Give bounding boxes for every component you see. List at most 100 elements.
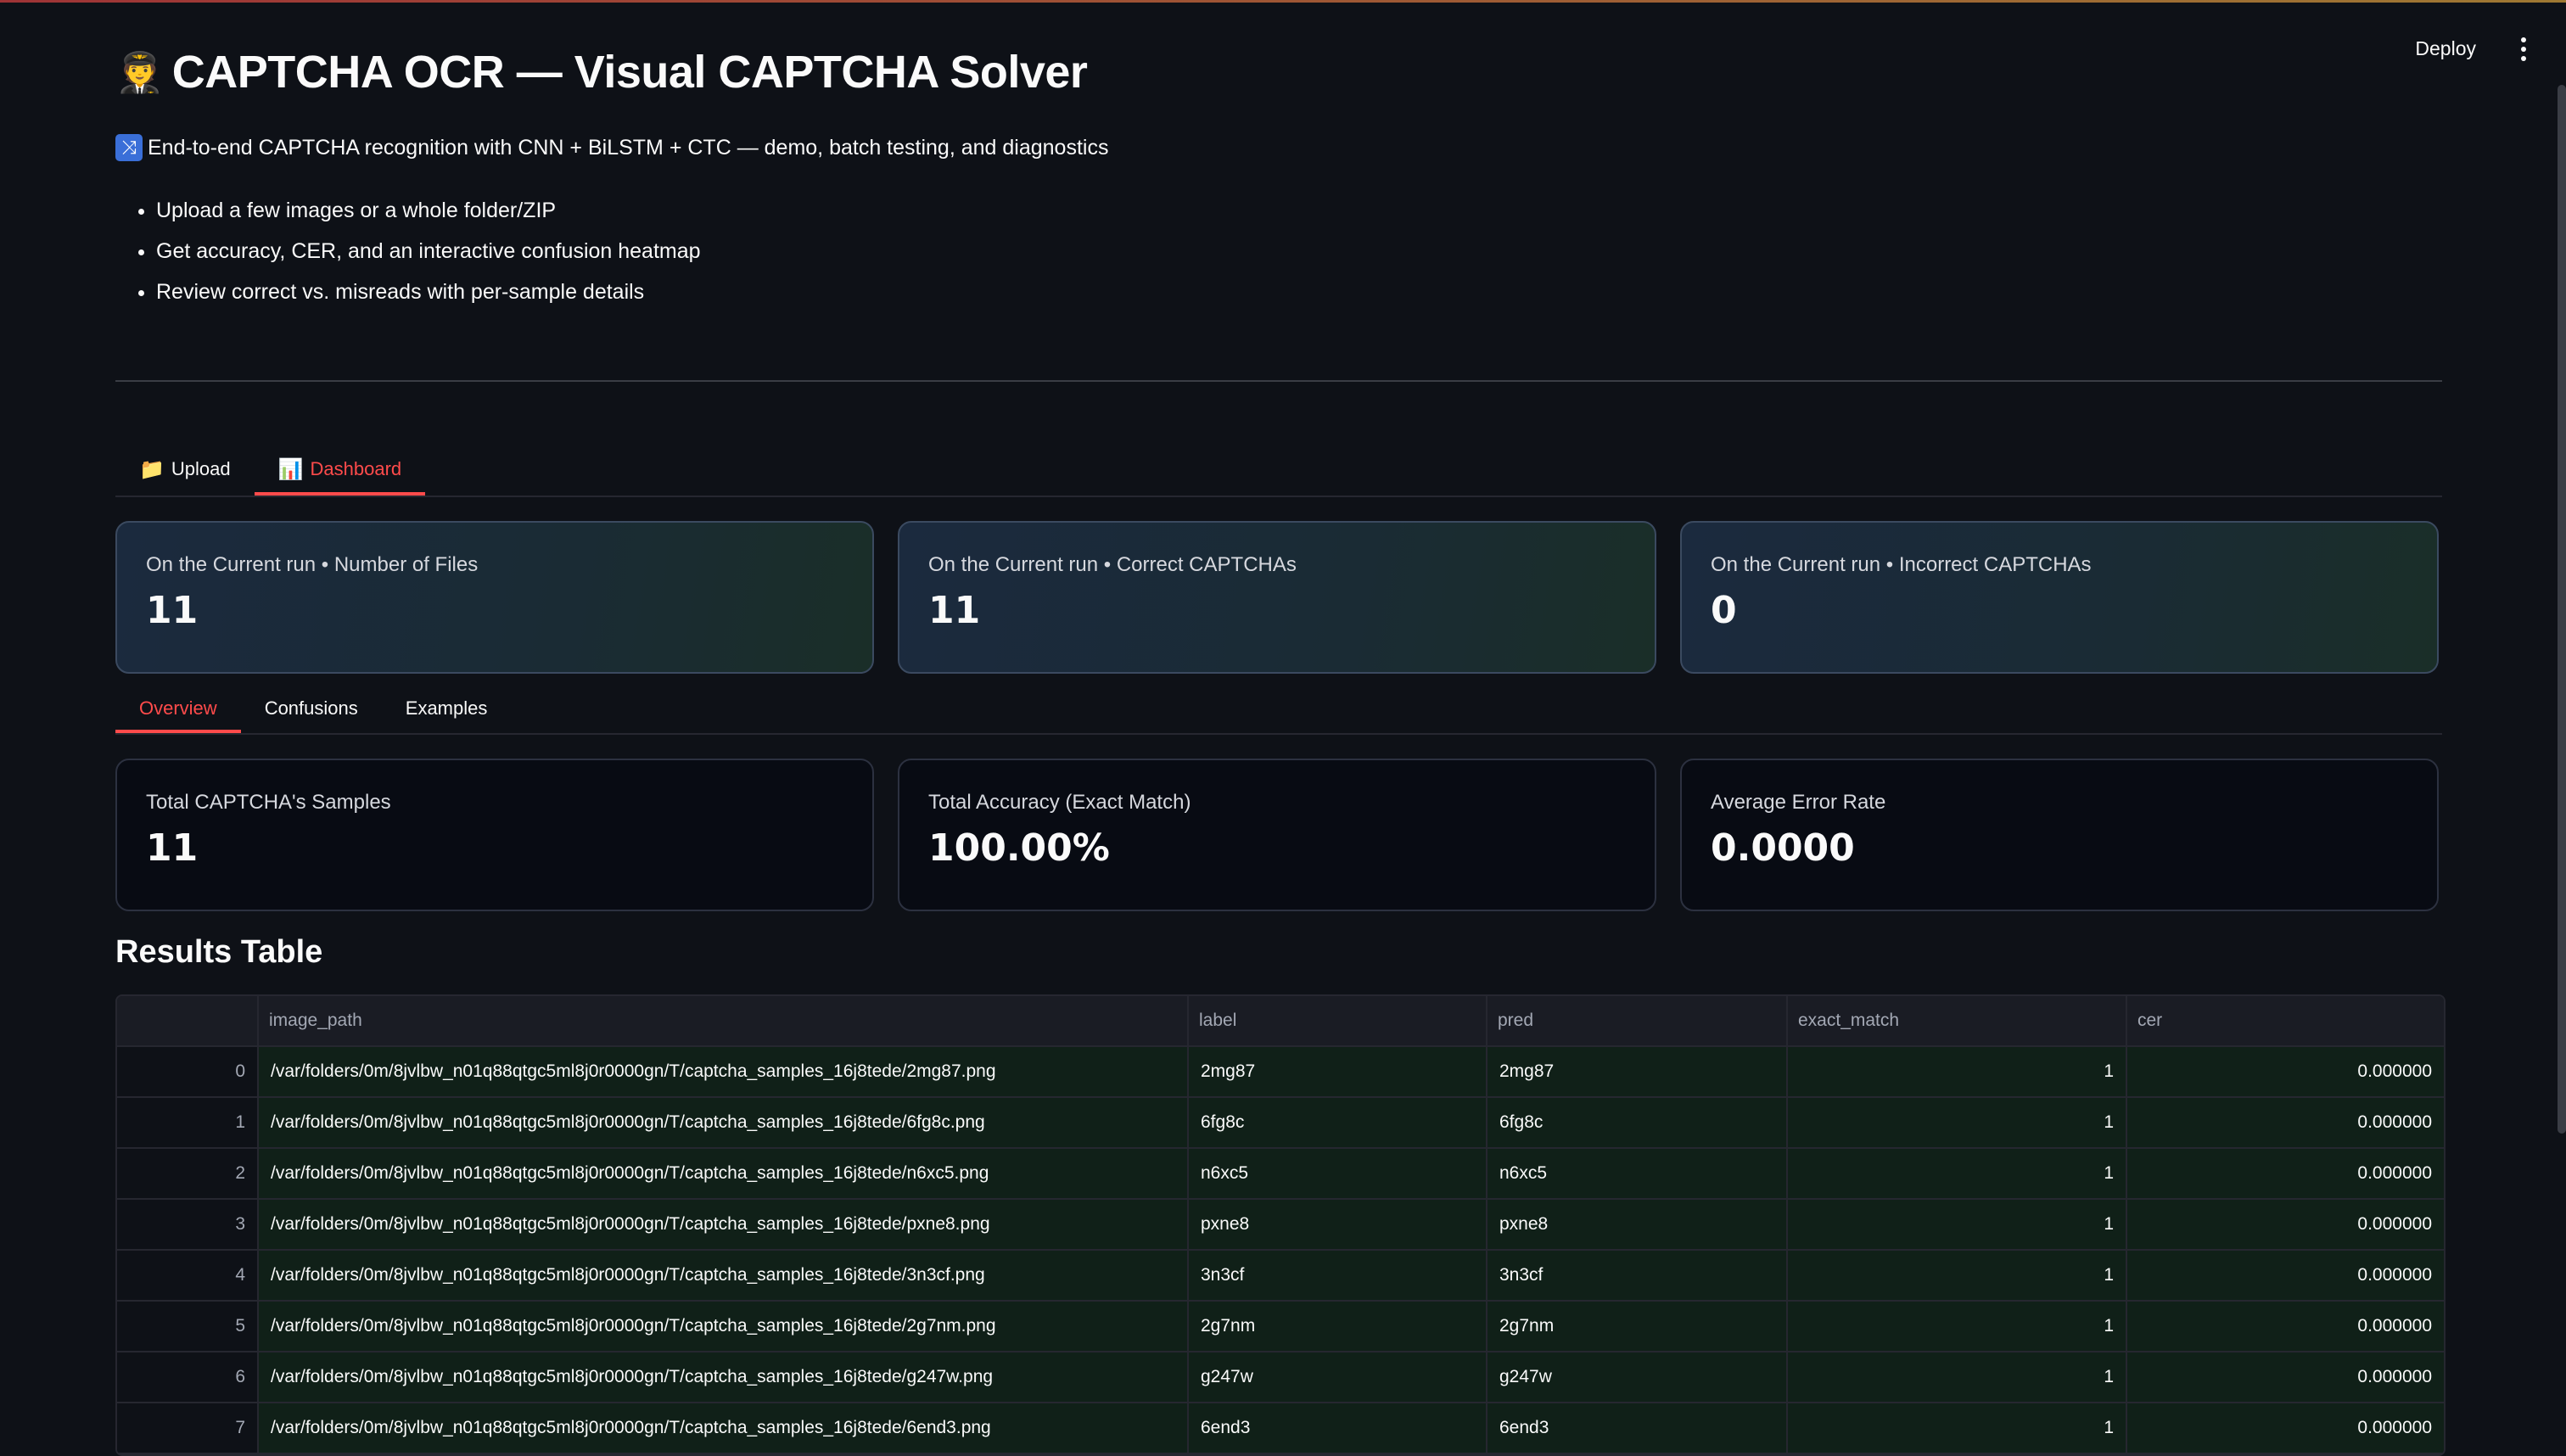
cell-image-path[interactable]: /var/folders/0m/8jvlbw_n01q88qtgc5ml8j0r… xyxy=(258,1250,1189,1302)
tab-upload[interactable]: 📁 Upload xyxy=(115,445,255,494)
cell-cer[interactable]: 0.000000 xyxy=(2126,1301,2444,1352)
cell-index[interactable]: 7 xyxy=(117,1403,259,1454)
cell-exact-match[interactable]: 1 xyxy=(1787,1046,2127,1098)
metric-value: 100.00% xyxy=(928,826,1110,870)
feature-item: Review correct vs. misreads with per-sam… xyxy=(156,272,2442,312)
cell-index[interactable]: 4 xyxy=(117,1250,259,1302)
cell-image-path[interactable]: /var/folders/0m/8jvlbw_n01q88qtgc5ml8j0r… xyxy=(258,1199,1189,1251)
folder-icon: 📁 xyxy=(139,457,165,481)
main-content: 🧑‍✈️ CAPTCHA OCR — Visual CAPTCHA Solver… xyxy=(115,47,2446,1456)
summary-card-correct: On the Current run • Correct CAPTCHAs 11 xyxy=(898,521,1656,674)
feature-item: Upload a few images or a whole folder/ZI… xyxy=(156,190,2442,231)
top-decoration-line xyxy=(0,0,2566,3)
cell-cer[interactable]: 0.000000 xyxy=(2126,1352,2444,1403)
cell-index[interactable]: 0 xyxy=(117,1046,259,1098)
results-table-container[interactable]: image_path label pred exact_match cer 0/… xyxy=(115,994,2446,1456)
column-header-cer[interactable]: cer xyxy=(2126,996,2444,1047)
cell-label[interactable]: n6xc5 xyxy=(1188,1148,1487,1200)
results-table: image_path label pred exact_match cer 0/… xyxy=(117,996,2444,1454)
page-subtitle: ⤨ End-to-end CAPTCHA recognition with CN… xyxy=(115,131,2442,165)
cell-pred[interactable]: 6end3 xyxy=(1487,1403,1788,1454)
cell-exact-match[interactable]: 1 xyxy=(1787,1148,2127,1200)
summary-card-files: On the Current run • Number of Files 11 xyxy=(115,521,874,674)
column-header-exact-match[interactable]: exact_match xyxy=(1787,996,2127,1047)
bar-chart-icon: 📊 xyxy=(277,457,304,481)
metric-label: Total CAPTCHA's Samples xyxy=(146,791,391,814)
subtitle-text: End-to-end CAPTCHA recognition with CNN … xyxy=(148,135,1109,160)
cell-pred[interactable]: 3n3cf xyxy=(1487,1250,1788,1302)
table-row[interactable]: 3/var/folders/0m/8jvlbw_n01q88qtgc5ml8j0… xyxy=(117,1199,2444,1251)
cell-index[interactable]: 5 xyxy=(117,1301,259,1352)
table-row[interactable]: 0/var/folders/0m/8jvlbw_n01q88qtgc5ml8j0… xyxy=(117,1046,2444,1098)
cell-cer[interactable]: 0.000000 xyxy=(2126,1046,2444,1098)
page-scrollbar[interactable] xyxy=(2558,85,2566,1134)
cell-cer[interactable]: 0.000000 xyxy=(2126,1097,2444,1149)
column-header-pred[interactable]: pred xyxy=(1487,996,1788,1047)
pilot-emoji-icon: 🧑‍✈️ xyxy=(115,50,164,94)
column-header-image-path[interactable]: image_path xyxy=(258,996,1189,1047)
cell-pred[interactable]: n6xc5 xyxy=(1487,1148,1788,1200)
cell-label[interactable]: 3n3cf xyxy=(1188,1250,1487,1302)
table-header-row: image_path label pred exact_match cer xyxy=(117,996,2444,1047)
cell-image-path[interactable]: /var/folders/0m/8jvlbw_n01q88qtgc5ml8j0r… xyxy=(258,1148,1189,1200)
metric-total-samples: Total CAPTCHA's Samples 11 xyxy=(115,759,874,911)
table-row[interactable]: 2/var/folders/0m/8jvlbw_n01q88qtgc5ml8j0… xyxy=(117,1148,2444,1200)
page-title-text: CAPTCHA OCR — Visual CAPTCHA Solver xyxy=(171,47,1088,98)
column-header-index[interactable] xyxy=(117,996,259,1047)
shuffle-icon: ⤨ xyxy=(115,134,143,161)
cell-image-path[interactable]: /var/folders/0m/8jvlbw_n01q88qtgc5ml8j0r… xyxy=(258,1097,1189,1149)
cell-exact-match[interactable]: 1 xyxy=(1787,1250,2127,1302)
cell-image-path[interactable]: /var/folders/0m/8jvlbw_n01q88qtgc5ml8j0r… xyxy=(258,1301,1189,1352)
cell-index[interactable]: 2 xyxy=(117,1148,259,1200)
table-row[interactable]: 6/var/folders/0m/8jvlbw_n01q88qtgc5ml8j0… xyxy=(117,1352,2444,1403)
cell-cer[interactable]: 0.000000 xyxy=(2126,1199,2444,1251)
table-row[interactable]: 1/var/folders/0m/8jvlbw_n01q88qtgc5ml8j0… xyxy=(117,1097,2444,1149)
main-tabs: 📁 Upload 📊 Dashboard xyxy=(115,445,2442,497)
cell-pred[interactable]: 2g7nm xyxy=(1487,1301,1788,1352)
cell-exact-match[interactable]: 1 xyxy=(1787,1403,2127,1454)
cell-index[interactable]: 3 xyxy=(117,1199,259,1251)
tab-label: Dashboard xyxy=(310,458,402,479)
column-header-label[interactable]: label xyxy=(1188,996,1487,1047)
metric-value: 0.0000 xyxy=(1711,826,1855,870)
summary-card-incorrect: On the Current run • Incorrect CAPTCHAs … xyxy=(1680,521,2439,674)
cell-label[interactable]: 6end3 xyxy=(1188,1403,1487,1454)
cell-label[interactable]: 2mg87 xyxy=(1188,1046,1487,1098)
tab-confusions[interactable]: Confusions xyxy=(241,686,382,731)
cell-pred[interactable]: 6fg8c xyxy=(1487,1097,1788,1149)
metric-error-rate: Average Error Rate 0.0000 xyxy=(1680,759,2439,911)
cell-exact-match[interactable]: 1 xyxy=(1787,1199,2127,1251)
results-table-body: 0/var/folders/0m/8jvlbw_n01q88qtgc5ml8j0… xyxy=(117,1046,2444,1454)
tab-examples[interactable]: Examples xyxy=(382,686,512,731)
cell-exact-match[interactable]: 1 xyxy=(1787,1097,2127,1149)
card-label: On the Current run • Incorrect CAPTCHAs xyxy=(1711,553,2092,576)
card-label: On the Current run • Correct CAPTCHAs xyxy=(928,553,1297,576)
cell-pred[interactable]: g247w xyxy=(1487,1352,1788,1403)
feature-list: Upload a few images or a whole folder/ZI… xyxy=(115,190,2442,312)
cell-exact-match[interactable]: 1 xyxy=(1787,1352,2127,1403)
cell-label[interactable]: g247w xyxy=(1188,1352,1487,1403)
table-row[interactable]: 7/var/folders/0m/8jvlbw_n01q88qtgc5ml8j0… xyxy=(117,1403,2444,1454)
metric-label: Total Accuracy (Exact Match) xyxy=(928,791,1191,814)
cell-pred[interactable]: 2mg87 xyxy=(1487,1046,1788,1098)
cell-image-path[interactable]: /var/folders/0m/8jvlbw_n01q88qtgc5ml8j0r… xyxy=(258,1352,1189,1403)
tab-dashboard[interactable]: 📊 Dashboard xyxy=(254,445,426,496)
cell-image-path[interactable]: /var/folders/0m/8jvlbw_n01q88qtgc5ml8j0r… xyxy=(258,1046,1189,1098)
cell-pred[interactable]: pxne8 xyxy=(1487,1199,1788,1251)
cell-exact-match[interactable]: 1 xyxy=(1787,1301,2127,1352)
cell-cer[interactable]: 0.000000 xyxy=(2126,1403,2444,1454)
table-row[interactable]: 5/var/folders/0m/8jvlbw_n01q88qtgc5ml8j0… xyxy=(117,1301,2444,1352)
table-row[interactable]: 4/var/folders/0m/8jvlbw_n01q88qtgc5ml8j0… xyxy=(117,1250,2444,1302)
summary-cards: On the Current run • Number of Files 11 … xyxy=(115,521,2442,674)
tab-overview[interactable]: Overview xyxy=(115,686,241,733)
cell-label[interactable]: 6fg8c xyxy=(1188,1097,1487,1149)
cell-index[interactable]: 1 xyxy=(117,1097,259,1149)
cell-label[interactable]: pxne8 xyxy=(1188,1199,1487,1251)
cell-image-path[interactable]: /var/folders/0m/8jvlbw_n01q88qtgc5ml8j0r… xyxy=(258,1403,1189,1454)
dashboard-subtabs: Overview Confusions Examples xyxy=(115,686,2442,735)
cell-cer[interactable]: 0.000000 xyxy=(2126,1250,2444,1302)
cell-cer[interactable]: 0.000000 xyxy=(2126,1148,2444,1200)
cell-label[interactable]: 2g7nm xyxy=(1188,1301,1487,1352)
kebab-menu-icon[interactable] xyxy=(2515,32,2532,66)
cell-index[interactable]: 6 xyxy=(117,1352,259,1403)
